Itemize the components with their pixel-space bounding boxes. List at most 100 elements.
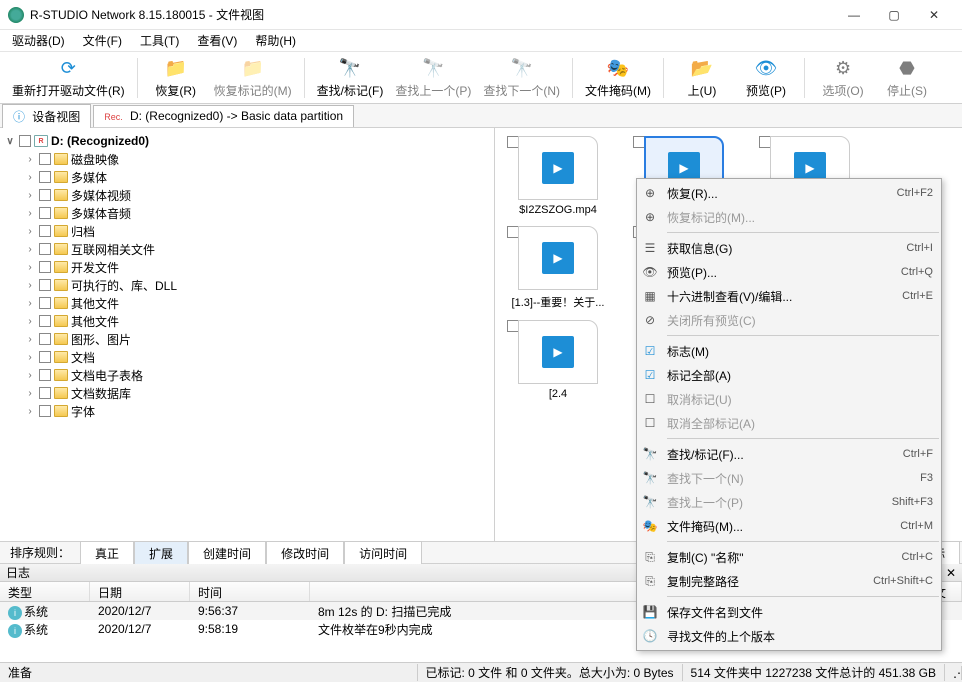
tree-checkbox[interactable] xyxy=(39,387,51,399)
device-view-tab[interactable]: ⓘ 设备视图 xyxy=(2,104,91,128)
menu-drive[interactable]: 驱动器(D) xyxy=(4,30,73,51)
tree-checkbox[interactable] xyxy=(39,189,51,201)
tree-item[interactable]: ›其他文件 xyxy=(2,294,492,312)
ctx-file-mask[interactable]: 🎭文件掩码(M)...Ctrl+M xyxy=(637,514,941,538)
ctx-preview[interactable]: 👁预览(P)...Ctrl+Q xyxy=(637,260,941,284)
maximize-button[interactable]: ▢ xyxy=(874,1,914,29)
menu-view[interactable]: 查看(V) xyxy=(189,30,245,51)
file-thumb[interactable]: ▶ xyxy=(518,226,598,290)
ctx-unmark-all[interactable]: ☐取消全部标记(A) xyxy=(637,411,941,435)
menu-tools[interactable]: 工具(T) xyxy=(132,30,187,51)
tree-checkbox[interactable] xyxy=(39,261,51,273)
reopen-button[interactable]: ⟳重新打开驱动文件(R) xyxy=(8,54,129,101)
tree-item[interactable]: ›可执行的、库、DLL xyxy=(2,276,492,294)
tree-checkbox[interactable] xyxy=(39,171,51,183)
menu-file[interactable]: 文件(F) xyxy=(75,30,130,51)
ctx-close-previews[interactable]: ⊘关闭所有预览(C) xyxy=(637,308,941,332)
tree-item[interactable]: ›磁盘映像 xyxy=(2,150,492,168)
tree-item[interactable]: ›互联网相关文件 xyxy=(2,240,492,258)
tree-item[interactable]: ›字体 xyxy=(2,402,492,420)
file-thumb[interactable]: ▶ xyxy=(518,136,598,200)
tree-checkbox[interactable] xyxy=(39,225,51,237)
tree-item[interactable]: ›文档 xyxy=(2,348,492,366)
file-item[interactable]: ▶$I2ZSZOG.mp4 xyxy=(503,136,613,216)
tree-checkbox[interactable] xyxy=(39,243,51,255)
tree-item[interactable]: ›归档 xyxy=(2,222,492,240)
tree-item[interactable]: ›文档电子表格 xyxy=(2,366,492,384)
expand-icon[interactable]: › xyxy=(24,172,36,183)
expand-icon[interactable]: › xyxy=(24,370,36,381)
expand-icon[interactable]: › xyxy=(24,334,36,345)
ctx-find-parent[interactable]: 🕓寻找文件的上个版本 xyxy=(637,624,941,648)
ctx-hex[interactable]: ▦十六进制查看(V)/编辑...Ctrl+E xyxy=(637,284,941,308)
expand-icon[interactable]: › xyxy=(24,352,36,363)
expand-icon[interactable]: › xyxy=(24,316,36,327)
tree-item[interactable]: ›开发文件 xyxy=(2,258,492,276)
sort-tab-atime[interactable]: 访问时间 xyxy=(344,541,422,565)
ctx-recover[interactable]: ⊕恢复(R)...Ctrl+F2 xyxy=(637,181,941,205)
options-button[interactable]: ⚙选项(O) xyxy=(813,54,873,101)
file-item[interactable]: ▶[2.4 xyxy=(503,320,613,400)
tree-pane[interactable]: ∨ R D: (Recognized0) ›磁盘映像›多媒体›多媒体视频›多媒体… xyxy=(0,128,495,541)
tree-item[interactable]: ›多媒体音频 xyxy=(2,204,492,222)
tree-checkbox[interactable] xyxy=(39,333,51,345)
tree-checkbox[interactable] xyxy=(39,279,51,291)
find-prev-button[interactable]: 🔭查找上一个(P) xyxy=(391,54,475,101)
path-tab[interactable]: Rec. D: (Recognized0) -> Basic data part… xyxy=(93,105,354,127)
tree-checkbox[interactable] xyxy=(39,153,51,165)
tree-item[interactable]: ›多媒体 xyxy=(2,168,492,186)
log-close-icon[interactable]: ✕ xyxy=(946,566,956,580)
ctx-unmark[interactable]: ☐取消标记(U) xyxy=(637,387,941,411)
tree-checkbox[interactable] xyxy=(39,297,51,309)
ctx-recover-marked[interactable]: ⊕恢复标记的(M)... xyxy=(637,205,941,229)
tree-checkbox[interactable] xyxy=(39,369,51,381)
expand-icon[interactable]: › xyxy=(24,226,36,237)
recover-button[interactable]: 📁恢复(R) xyxy=(146,54,206,101)
expand-icon[interactable]: › xyxy=(24,190,36,201)
minimize-button[interactable]: — xyxy=(834,1,874,29)
expand-icon[interactable]: › xyxy=(24,388,36,399)
ctx-mark-all[interactable]: ☑标记全部(A) xyxy=(637,363,941,387)
expand-icon[interactable]: › xyxy=(24,406,36,417)
collapse-icon[interactable]: ∨ xyxy=(4,136,16,147)
tree-checkbox[interactable] xyxy=(39,405,51,417)
ctx-copy-name[interactable]: ⎘复制(C) "名称"Ctrl+C xyxy=(637,545,941,569)
ctx-find-prev[interactable]: 🔭查找上一个(P)Shift+F3 xyxy=(637,490,941,514)
expand-icon[interactable]: › xyxy=(24,262,36,273)
menu-help[interactable]: 帮助(H) xyxy=(247,30,304,51)
sort-tab-ext[interactable]: 扩展 xyxy=(134,541,188,565)
resize-grip-icon[interactable]: ⋰ xyxy=(945,666,962,680)
tree-checkbox[interactable] xyxy=(19,135,31,147)
file-mask-button[interactable]: 🎭文件掩码(M) xyxy=(581,54,655,101)
ctx-mark[interactable]: ☑标志(M) xyxy=(637,339,941,363)
expand-icon[interactable]: › xyxy=(24,298,36,309)
sort-tab-mtime[interactable]: 修改时间 xyxy=(266,541,344,565)
ctx-save-names[interactable]: 💾保存文件名到文件 xyxy=(637,600,941,624)
log-col-date[interactable]: 日期 xyxy=(90,582,190,601)
tree-checkbox[interactable] xyxy=(39,315,51,327)
file-item[interactable]: ▶[1.3]--重要！关于... xyxy=(503,226,613,310)
expand-icon[interactable]: › xyxy=(24,154,36,165)
find-next-button[interactable]: 🔭查找下一个(N) xyxy=(479,54,564,101)
ctx-find-next[interactable]: 🔭查找下一个(N)F3 xyxy=(637,466,941,490)
find-mark-button[interactable]: 🔭查找/标记(F) xyxy=(313,54,388,101)
tree-root[interactable]: ∨ R D: (Recognized0) xyxy=(2,132,492,150)
up-button[interactable]: 📂上(U) xyxy=(672,54,732,101)
stop-button[interactable]: ⬣停止(S) xyxy=(877,54,937,101)
tree-checkbox[interactable] xyxy=(39,207,51,219)
preview-button[interactable]: 👁预览(P) xyxy=(736,54,796,101)
tree-item[interactable]: ›图形、图片 xyxy=(2,330,492,348)
sort-tab-ctime[interactable]: 创建时间 xyxy=(188,541,266,565)
log-col-type[interactable]: 类型 xyxy=(0,582,90,601)
expand-icon[interactable]: › xyxy=(24,280,36,291)
expand-icon[interactable]: › xyxy=(24,244,36,255)
ctx-get-info[interactable]: ☰获取信息(G)Ctrl+I xyxy=(637,236,941,260)
tree-item[interactable]: ›其他文件 xyxy=(2,312,492,330)
expand-icon[interactable]: › xyxy=(24,208,36,219)
recover-marked-button[interactable]: 📁恢复标记的(M) xyxy=(210,54,296,101)
log-col-time[interactable]: 时间 xyxy=(190,582,310,601)
file-thumb[interactable]: ▶ xyxy=(518,320,598,384)
tree-item[interactable]: ›文档数据库 xyxy=(2,384,492,402)
tree-item[interactable]: ›多媒体视频 xyxy=(2,186,492,204)
close-button[interactable]: ✕ xyxy=(914,1,954,29)
